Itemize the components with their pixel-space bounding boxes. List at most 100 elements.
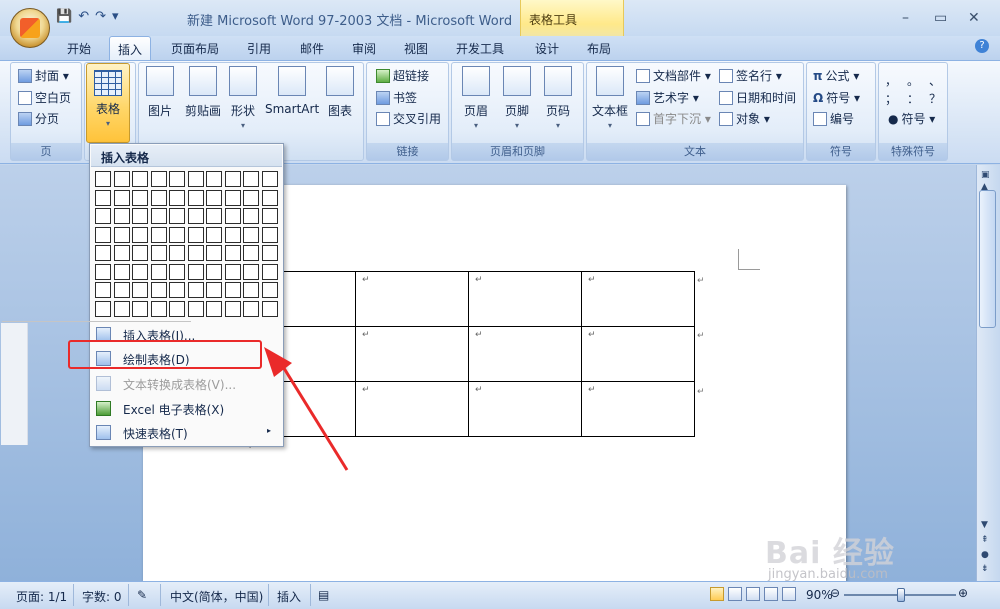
table-grid-cell[interactable] <box>169 208 185 224</box>
table-grid-cell[interactable] <box>150 189 167 206</box>
table-grid-cell[interactable] <box>113 263 130 280</box>
signature-line-button[interactable]: 签名行 ▾ <box>719 67 782 84</box>
web-layout-icon[interactable] <box>746 587 760 601</box>
hyperlink-button[interactable]: 超链接 <box>376 67 429 84</box>
table-grid-cell[interactable] <box>224 208 241 224</box>
table-grid-cell[interactable] <box>169 245 185 261</box>
table-grid-cell[interactable] <box>132 282 148 298</box>
table-grid-cell[interactable] <box>132 300 148 317</box>
menu-quick-tables[interactable]: 快速表格(T) ▸ <box>90 421 281 445</box>
table-grid-cell[interactable] <box>261 263 278 280</box>
special-symbol-button[interactable]: ● 符号 ▾ <box>888 110 935 127</box>
proofing-icon[interactable]: ✎ <box>137 588 147 602</box>
table-grid-cell[interactable] <box>206 226 222 243</box>
table-grid-cell[interactable] <box>132 208 148 224</box>
table-grid-cell[interactable] <box>243 189 259 206</box>
clipart-button[interactable]: 剪贴画 <box>183 66 223 119</box>
table-grid-cell[interactable] <box>150 263 167 280</box>
tab-mailings[interactable]: 邮件 <box>300 40 324 57</box>
tab-layout[interactable]: 布局 <box>587 40 611 57</box>
table-grid-cell[interactable] <box>187 226 204 243</box>
shapes-button[interactable]: 形状 ▾ <box>228 66 258 130</box>
save-icon[interactable]: 💾 <box>56 9 72 24</box>
redo-icon[interactable]: ↷ <box>95 9 106 24</box>
table-cell[interactable]: ↵ <box>468 271 582 327</box>
date-time-button[interactable]: 日期和时间 <box>719 89 796 106</box>
table-cell[interactable]: ↵ <box>355 271 469 327</box>
table-grid-cell[interactable] <box>243 263 259 280</box>
table-grid-cell[interactable] <box>169 300 185 317</box>
table-grid-cell[interactable] <box>169 171 185 187</box>
table-grid-cell[interactable] <box>243 171 259 187</box>
macro-record-icon[interactable]: ▤ <box>318 588 329 602</box>
table-cell[interactable]: ↵ <box>581 271 695 327</box>
table-grid-cell[interactable] <box>132 226 148 243</box>
customize-qat-icon[interactable]: ▾ <box>112 9 119 24</box>
tab-design[interactable]: 设计 <box>535 40 559 57</box>
table-grid-cell[interactable] <box>113 208 130 224</box>
word-count[interactable]: 字数: 0 <box>82 588 122 605</box>
tab-references[interactable]: 引用 <box>247 40 271 57</box>
numbering-button[interactable]: 编号 <box>813 110 854 127</box>
table-grid-cell[interactable] <box>169 226 185 243</box>
table-size-grid[interactable] <box>94 170 279 318</box>
table-grid-cell[interactable] <box>187 300 204 317</box>
tab-page-layout[interactable]: 页面布局 <box>171 40 219 57</box>
bookmark-button[interactable]: 书签 <box>376 89 417 106</box>
browse-object-icon[interactable]: ● <box>981 550 989 560</box>
table-grid-cell[interactable] <box>243 245 259 261</box>
table-grid-cell[interactable] <box>243 282 259 298</box>
zoom-level[interactable]: 90% <box>806 588 833 602</box>
previous-page-icon[interactable]: ⇞ <box>981 535 989 545</box>
table-cell[interactable]: ↵ <box>355 326 469 382</box>
table-grid-cell[interactable] <box>95 189 111 206</box>
footer-button[interactable]: 页脚 ▾ <box>501 66 533 130</box>
cover-page-button[interactable]: 封面 ▾ <box>18 67 69 84</box>
table-grid-cell[interactable] <box>187 171 204 187</box>
table-cell[interactable]: ↵ <box>468 326 582 382</box>
tab-insert[interactable]: 插入 <box>109 36 152 61</box>
textbox-button[interactable]: 文本框 ▾ <box>590 66 630 130</box>
next-page-icon[interactable]: ⇟ <box>981 564 989 574</box>
draft-view-icon[interactable] <box>782 587 796 601</box>
semicolon-symbol[interactable]: ； <box>885 90 897 107</box>
table-grid-cell[interactable] <box>187 263 204 280</box>
table-grid-cell[interactable] <box>224 245 241 261</box>
table-grid-cell[interactable] <box>150 226 167 243</box>
table-cell[interactable]: ↵ <box>581 381 695 437</box>
scroll-down-icon[interactable]: ▼ <box>981 520 988 530</box>
table-grid-cell[interactable] <box>132 171 148 187</box>
insert-mode[interactable]: 插入 <box>277 588 301 605</box>
table-grid-cell[interactable] <box>206 282 222 298</box>
table-grid-cell[interactable] <box>169 282 185 298</box>
print-layout-view-icon[interactable] <box>710 587 724 601</box>
table-grid-cell[interactable] <box>132 263 148 280</box>
drop-cap-button[interactable]: 首字下沉 ▾ <box>636 110 711 127</box>
minimize-button[interactable]: – <box>902 10 909 26</box>
table-grid-cell[interactable] <box>150 171 167 187</box>
table-cell[interactable]: ↵ <box>581 326 695 382</box>
tab-review[interactable]: 审阅 <box>352 40 376 57</box>
insert-table-button[interactable]: 表格 ▾ <box>86 63 130 143</box>
table-grid-cell[interactable] <box>224 189 241 206</box>
table-grid-cell[interactable] <box>187 282 204 298</box>
table-grid-cell[interactable] <box>169 189 185 206</box>
table-grid-cell[interactable] <box>113 189 130 206</box>
colon-symbol[interactable]: ： <box>907 90 919 107</box>
tab-home[interactable]: 开始 <box>67 40 91 57</box>
table-grid-cell[interactable] <box>150 300 167 317</box>
full-screen-reading-icon[interactable] <box>728 587 742 601</box>
equation-button[interactable]: π 公式 ▾ <box>813 67 859 84</box>
table-grid-cell[interactable] <box>113 300 130 317</box>
table-grid-cell[interactable] <box>169 263 185 280</box>
symbol-button[interactable]: Ω 符号 ▾ <box>813 89 860 106</box>
quick-parts-button[interactable]: 文档部件 ▾ <box>636 67 711 84</box>
table-grid-cell[interactable] <box>187 245 204 261</box>
table-grid-cell[interactable] <box>243 300 259 317</box>
table-grid-cell[interactable] <box>95 300 111 317</box>
wordart-button[interactable]: 艺术字 ▾ <box>636 89 699 106</box>
table-grid-cell[interactable] <box>95 226 111 243</box>
table-grid-cell[interactable] <box>132 245 148 261</box>
picture-button[interactable]: 图片 <box>145 66 175 119</box>
page-number-button[interactable]: 页码 ▾ <box>542 66 574 130</box>
